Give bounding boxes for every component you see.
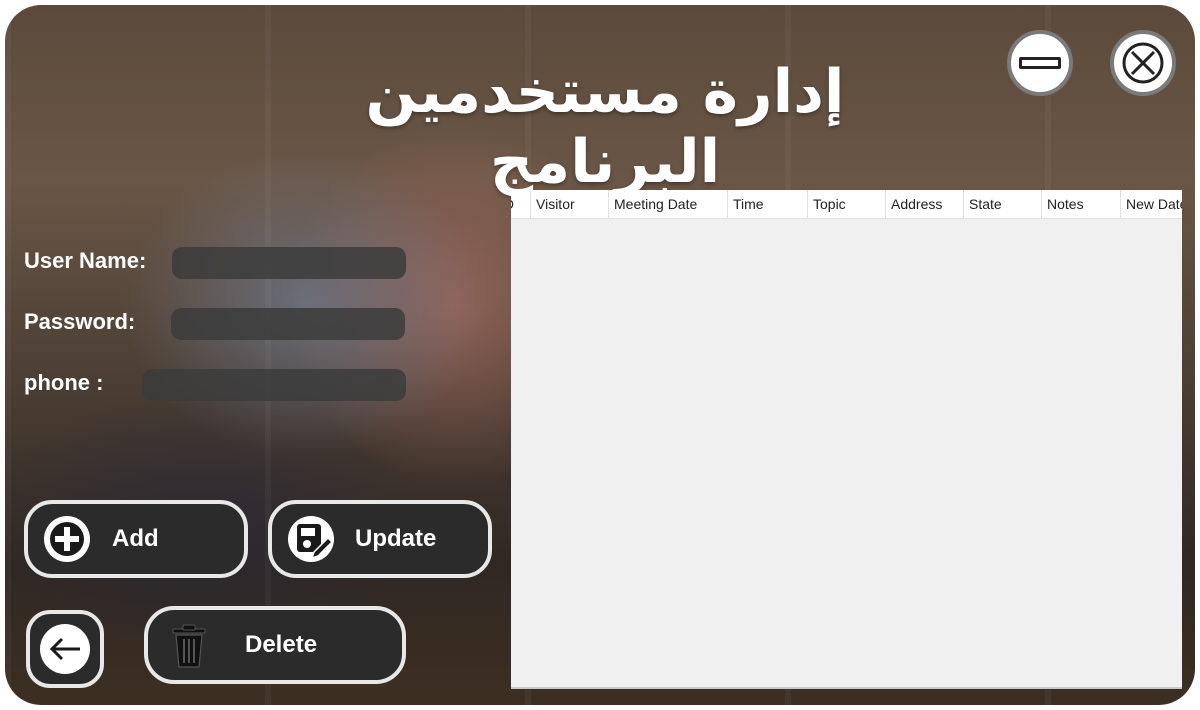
edit-document-icon [288, 516, 334, 562]
close-button[interactable] [1110, 30, 1176, 96]
plus-circle-icon [44, 516, 90, 562]
records-table[interactable]: ID Visitor Meeting Date Time Topic Addre… [511, 190, 1182, 689]
table-header: ID Visitor Meeting Date Time Topic Addre… [511, 190, 1182, 219]
password-label: Password: [24, 309, 136, 334]
trash-icon [172, 624, 206, 668]
delete-button[interactable]: Delete [144, 606, 406, 684]
password-input[interactable] [171, 308, 405, 340]
username-input[interactable] [172, 247, 406, 279]
back-button[interactable] [26, 610, 104, 688]
column-header-state[interactable]: State [964, 190, 1042, 218]
minimize-button[interactable] [1007, 30, 1073, 96]
add-button[interactable]: Add [24, 500, 248, 578]
phone-label: phone : [24, 370, 104, 395]
update-button[interactable]: Update [268, 500, 492, 578]
column-header-visitor[interactable]: Visitor [531, 190, 609, 218]
phone-input[interactable] [142, 369, 406, 401]
column-header-time[interactable]: Time [728, 190, 808, 218]
column-header-notes[interactable]: Notes [1042, 190, 1121, 218]
page-title: إدارة مستخدمين البرنامج [365, 57, 845, 197]
close-icon [1122, 42, 1164, 84]
add-button-label: Add [112, 525, 159, 552]
arrow-left-icon [40, 624, 90, 674]
column-header-id[interactable]: ID [511, 190, 531, 218]
column-header-topic[interactable]: Topic [808, 190, 886, 218]
column-header-meeting-date[interactable]: Meeting Date [609, 190, 728, 218]
username-label: User Name: [24, 248, 147, 273]
delete-button-label: Delete [245, 631, 318, 658]
update-button-label: Update [355, 525, 437, 552]
column-header-address[interactable]: Address [886, 190, 964, 218]
app-window: إدارة مستخدمين البرنامج User Name: Passw… [5, 5, 1195, 705]
column-header-new-date[interactable]: New Date [1121, 190, 1182, 218]
minimize-icon [1019, 57, 1061, 69]
